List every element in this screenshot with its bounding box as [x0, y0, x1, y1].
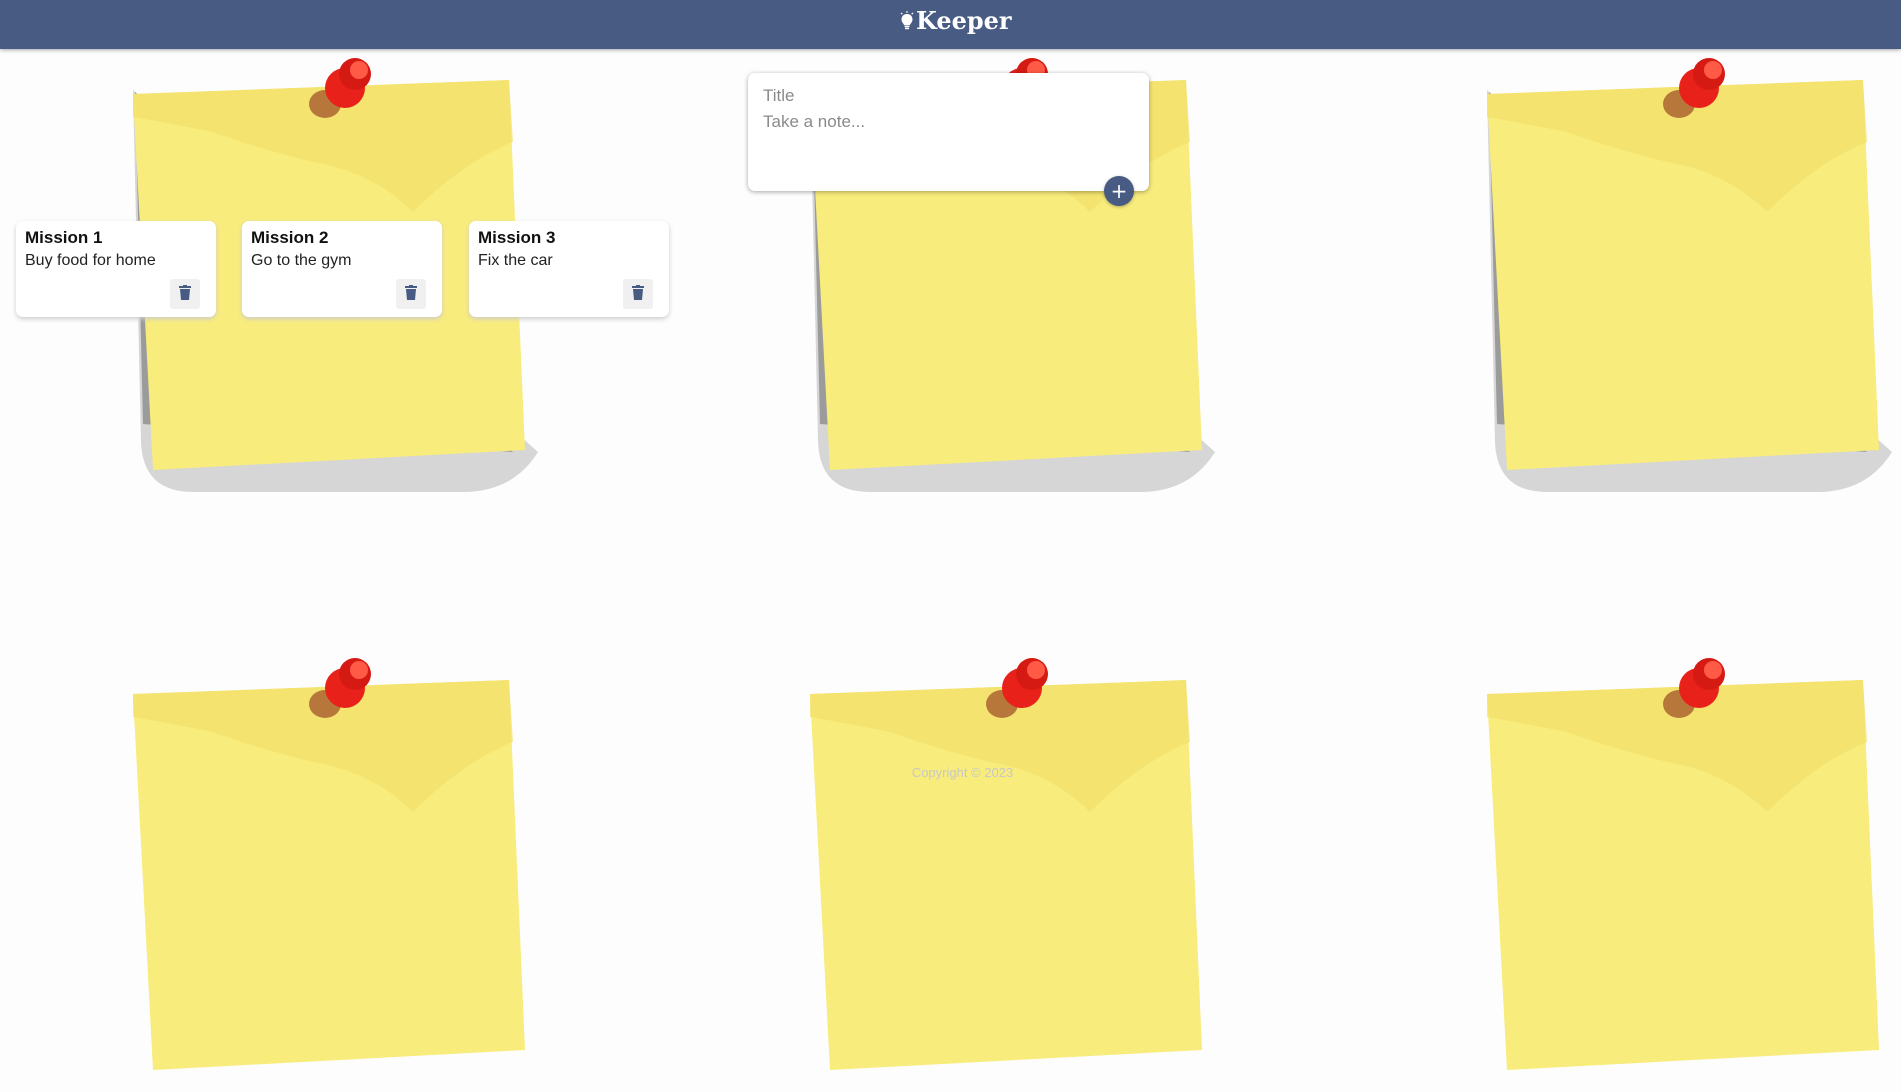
- note-card: Mission 2 Go to the gym: [242, 221, 442, 317]
- note-content: Fix the car: [478, 252, 553, 269]
- delete-note-button[interactable]: [623, 279, 653, 309]
- trash-icon: [632, 284, 644, 304]
- note-content: Buy food for home: [25, 252, 156, 269]
- note-title: Mission 3: [478, 228, 556, 247]
- trash-icon: [179, 284, 191, 304]
- delete-note-button[interactable]: [396, 279, 426, 309]
- add-note-button[interactable]: +: [1104, 176, 1134, 206]
- plus-icon: +: [1110, 179, 1128, 203]
- sticky-note-decoration: [133, 652, 543, 1082]
- note-card: Mission 3 Fix the car: [469, 221, 669, 317]
- note-title-input[interactable]: [763, 85, 1134, 107]
- trash-icon: [405, 284, 417, 304]
- footer: Copyright © 2023: [0, 765, 1901, 780]
- note-card: Mission 1 Buy food for home: [16, 221, 216, 317]
- lightbulb-icon: [900, 10, 914, 31]
- copyright-text: Copyright © 2023: [911, 765, 1014, 780]
- note-content-input[interactable]: [763, 112, 1134, 172]
- sticky-note-decoration: [1487, 652, 1897, 1082]
- brand: Keeper: [900, 6, 1012, 35]
- delete-note-button[interactable]: [170, 279, 200, 309]
- note-content: Go to the gym: [251, 252, 352, 269]
- app-header: Keeper: [0, 0, 1901, 49]
- create-note-form: [748, 73, 1149, 191]
- note-title: Mission 1: [25, 228, 103, 247]
- sticky-note-decoration: [810, 652, 1220, 1082]
- app-title: Keeper: [916, 6, 1012, 35]
- note-title: Mission 2: [251, 228, 329, 247]
- sticky-note-decoration: [1487, 52, 1897, 492]
